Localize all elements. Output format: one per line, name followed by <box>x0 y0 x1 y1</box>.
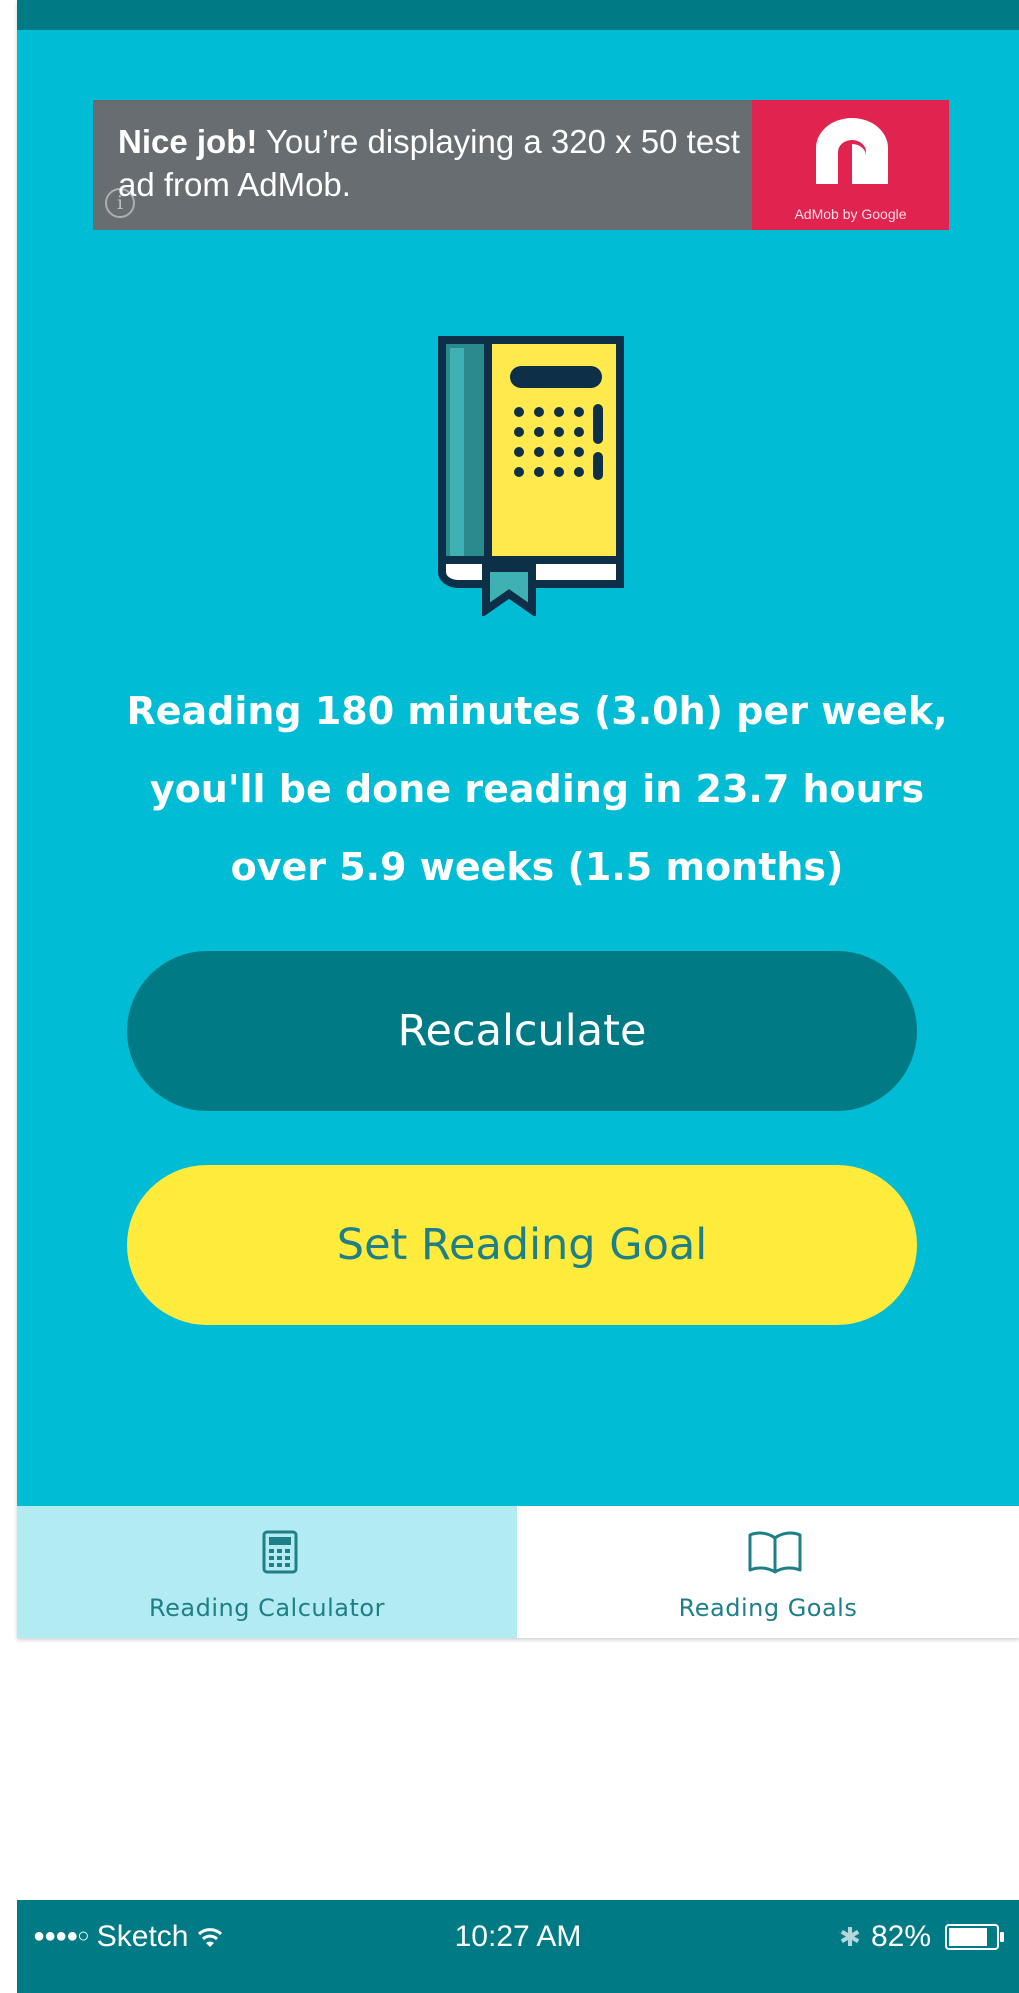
battery-icon <box>945 1924 1004 1950</box>
tab-label-goals: Reading Goals <box>678 1594 858 1622</box>
book-calculator-icon <box>438 336 624 616</box>
info-icon[interactable]: i <box>105 188 135 218</box>
ad-brand-panel: AdMob by Google <box>752 100 949 230</box>
status-bar: ●●●●○ Sketch 10:27 AM ✱ 82% <box>17 1900 1019 1993</box>
result-line-1: Reading 180 minutes (3.0h) per week, <box>126 689 948 733</box>
ad-brand-text: AdMob by Google <box>794 206 907 222</box>
tab-reading-calculator[interactable]: Reading Calculator <box>17 1506 517 1638</box>
bluetooth-icon: ✱ <box>839 1921 861 1952</box>
result-line-2: you'll be done reading in 23.7 hours <box>149 767 925 811</box>
battery-percentage: 82% <box>870 1920 931 1953</box>
recalculate-button[interactable]: Recalculate <box>127 951 917 1111</box>
tab-bar: Reading Calculator Reading Goals <box>17 1506 1019 1638</box>
reading-result-text: Reading 180 minutes (3.0h) per week, you… <box>77 672 997 906</box>
tab-label-calculator: Reading Calculator <box>149 1594 385 1622</box>
admob-logo-icon <box>816 118 888 184</box>
set-reading-goal-button[interactable]: Set Reading Goal <box>127 1165 917 1325</box>
result-line-3: over 5.9 weeks (1.5 months) <box>230 845 844 889</box>
open-book-icon <box>748 1531 802 1574</box>
ad-text: Nice job! You’re displaying a 320 x 50 t… <box>118 120 758 206</box>
tab-reading-goals[interactable]: Reading Goals <box>517 1506 1019 1638</box>
top-app-bar-strip <box>17 0 1019 30</box>
ad-banner[interactable]: Nice job! You’re displaying a 320 x 50 t… <box>93 100 949 230</box>
calculator-icon <box>262 1530 298 1574</box>
app-screen: Nice job! You’re displaying a 320 x 50 t… <box>17 0 1019 1638</box>
ad-bold-text: Nice job! <box>118 123 258 160</box>
status-right: ✱ 82% <box>839 1920 1005 1954</box>
